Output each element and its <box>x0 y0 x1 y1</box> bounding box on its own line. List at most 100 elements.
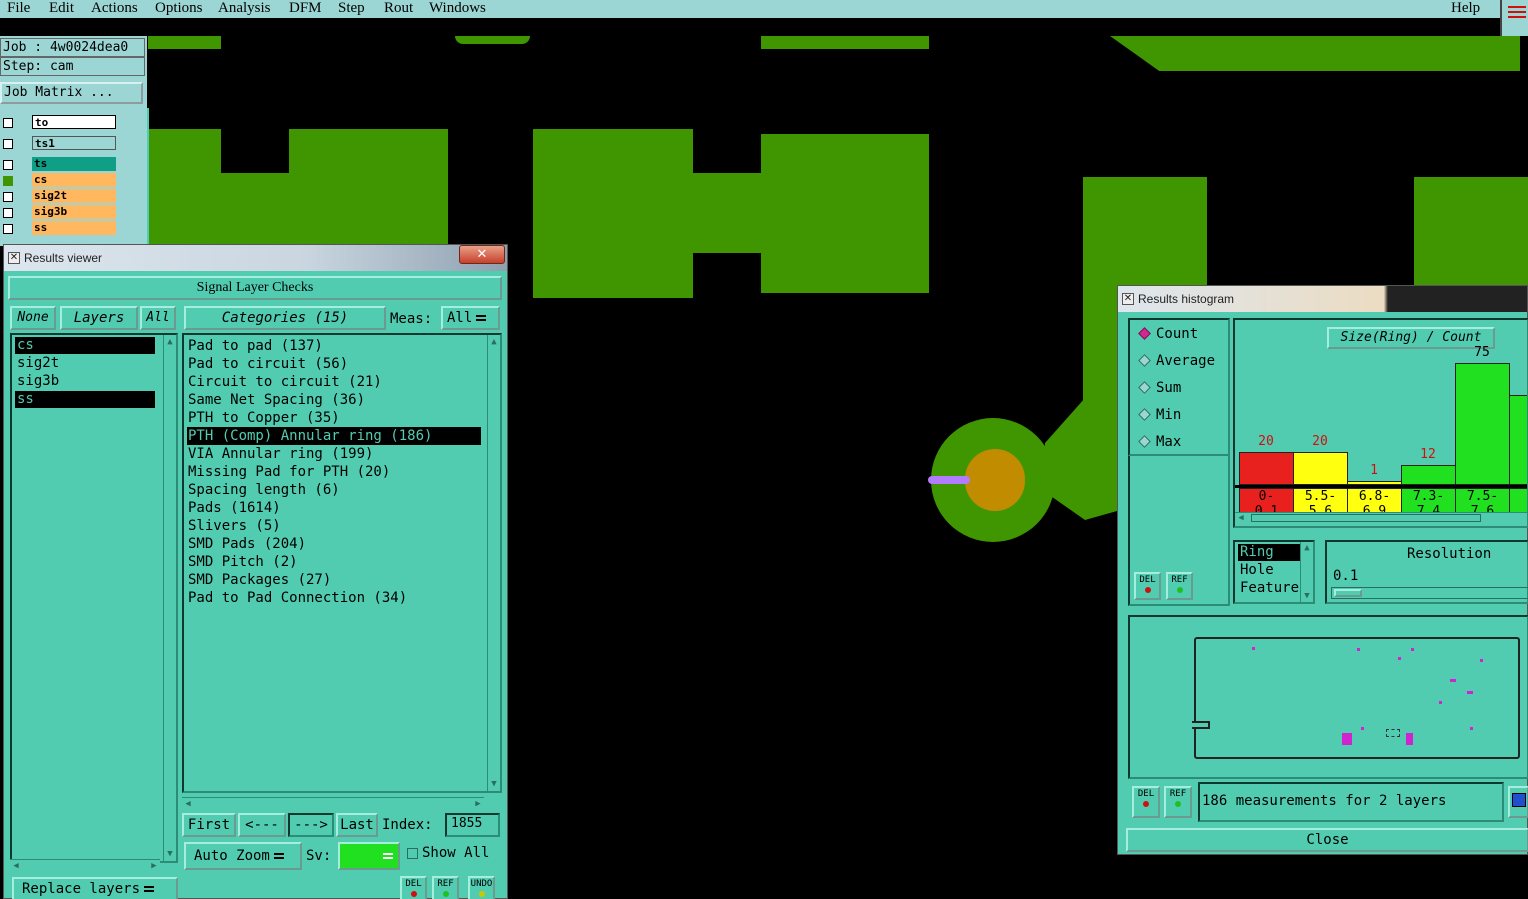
scroll-left-icon[interactable]: ◀ <box>10 861 22 871</box>
layer-row-ss[interactable]: ss <box>0 221 116 236</box>
category-list-item[interactable]: Pads (1614) <box>187 499 481 517</box>
mode-radio-average[interactable]: Average <box>1136 351 1215 371</box>
category-list-item[interactable]: Pad to circuit (56) <box>187 355 481 373</box>
category-list-item[interactable]: Circuit to circuit (21) <box>187 373 481 391</box>
category-list-item[interactable]: Missing Pad for PTH (20) <box>187 463 481 481</box>
slider-handle[interactable] <box>1334 589 1362 597</box>
first-button[interactable]: First <box>182 813 236 837</box>
all-button[interactable]: All <box>140 306 176 330</box>
mode-radio-max[interactable]: Max <box>1136 432 1181 452</box>
scroll-down-icon[interactable]: ▼ <box>164 849 176 859</box>
show-all-checkbox[interactable] <box>407 848 418 859</box>
categories-vscroll[interactable]: ▲ ▼ <box>487 335 500 791</box>
layer-checkbox[interactable] <box>3 224 13 234</box>
board-overview[interactable] <box>1128 615 1528 779</box>
scroll-up-icon[interactable]: ▲ <box>1301 543 1313 553</box>
category-list-item[interactable]: Spacing length (6) <box>187 481 481 499</box>
categories-list[interactable]: Pad to pad (137) Pad to circuit (56) Circu… <box>182 333 502 793</box>
histogram-bar[interactable] <box>1509 395 1527 485</box>
layer-checkbox[interactable] <box>3 192 13 202</box>
categories-hscroll[interactable]: ◀ ▶ <box>182 797 484 810</box>
layers-list[interactable]: cs sig2t sig3b ss ▲ ▼ <box>10 333 178 863</box>
del-button[interactable]: DEL <box>400 876 427 899</box>
previous-button[interactable]: <--- <box>238 813 286 837</box>
layer-list-item[interactable]: sig3b <box>15 373 155 390</box>
auto-zoom-dropdown[interactable]: Auto Zoom <box>184 842 302 870</box>
layer-checkbox[interactable] <box>3 139 13 149</box>
size-type-item[interactable]: Feature <box>1238 580 1300 597</box>
layer-checkbox[interactable] <box>3 208 13 218</box>
job-matrix-button[interactable]: Job Matrix ... <box>0 82 143 104</box>
layer-row-ts[interactable]: ts <box>0 157 116 172</box>
ref-button[interactable]: REF <box>432 876 459 899</box>
scroll-right-icon[interactable]: ▶ <box>472 799 484 809</box>
mode-radio-min[interactable]: Min <box>1136 405 1181 425</box>
index-input[interactable]: 1855 <box>445 813 500 837</box>
category-list-item[interactable]: VIA Annular ring (199) <box>187 445 481 463</box>
menu-actions[interactable]: Actions <box>91 0 138 18</box>
replace-layers-dropdown[interactable]: Replace layers <box>12 877 178 899</box>
last-button[interactable]: Last <box>336 813 378 837</box>
menu-options[interactable]: Options <box>155 0 203 18</box>
menu-file[interactable]: File <box>7 0 30 18</box>
histogram-ref-button[interactable]: REF <box>1166 572 1193 600</box>
layers-vscroll[interactable]: ▲ ▼ <box>163 335 176 861</box>
layer-list-item[interactable]: ss <box>15 391 155 408</box>
scroll-left-icon[interactable]: ◀ <box>182 799 194 809</box>
histogram-bar[interactable] <box>1293 452 1348 485</box>
resolution-slider[interactable] <box>1331 587 1528 599</box>
results-viewer-titlebar[interactable]: ✕ Results viewer <box>4 245 507 271</box>
menu-rout[interactable]: Rout <box>384 0 413 18</box>
category-list-item[interactable]: Slivers (5) <box>187 517 481 535</box>
size-type-item[interactable]: Ring <box>1238 544 1300 561</box>
layer-list-item[interactable]: sig2t <box>15 355 155 372</box>
layer-checkbox[interactable] <box>3 176 13 186</box>
size-type-list[interactable]: Ring Hole Feature ▲ ▼ <box>1233 540 1315 604</box>
histogram-del-button[interactable]: DEL <box>1134 572 1161 600</box>
menu-help[interactable]: Help <box>1451 0 1480 18</box>
category-list-item[interactable]: PTH to Copper (35) <box>187 409 481 427</box>
category-list-item[interactable]: Same Net Spacing (36) <box>187 391 481 409</box>
histogram-close-button[interactable]: Close <box>1126 828 1528 852</box>
layers-hscroll[interactable]: ◀ ▶ <box>10 859 160 872</box>
close-icon[interactable]: ✕ <box>459 245 505 264</box>
meas-dropdown[interactable]: All <box>441 306 500 330</box>
size-type-vscroll[interactable]: ▲ ▼ <box>1300 542 1313 602</box>
layer-row-sig2t[interactable]: sig2t <box>0 189 116 204</box>
scroll-down-icon[interactable]: ▼ <box>1301 591 1313 601</box>
scroll-up-icon[interactable]: ▲ <box>488 337 500 347</box>
layers-button[interactable]: Layers <box>60 306 138 330</box>
histogram-bar[interactable] <box>1239 452 1294 485</box>
histogram-bar[interactable] <box>1455 363 1510 485</box>
menu-edit[interactable]: Edit <box>49 0 74 18</box>
overview-del-button[interactable]: DEL <box>1132 786 1160 818</box>
mode-radio-count[interactable]: Count <box>1136 324 1198 344</box>
category-list-item[interactable]: PTH (Comp) Annular ring (186) <box>187 427 481 445</box>
export-icon[interactable] <box>1508 786 1528 818</box>
menu-dfm[interactable]: DFM <box>289 0 322 18</box>
overview-ref-button[interactable]: REF <box>1164 786 1192 818</box>
scroll-left-icon[interactable]: ◀ <box>1235 513 1247 523</box>
category-list-item[interactable]: SMD Pitch (2) <box>187 553 481 571</box>
next-button[interactable]: ---> <box>288 813 334 837</box>
menu-step[interactable]: Step <box>338 0 365 18</box>
undo-button[interactable]: UNDO <box>468 876 495 899</box>
menu-windows[interactable]: Windows <box>429 0 486 18</box>
layer-checkbox[interactable] <box>3 160 13 170</box>
sv-color-dropdown[interactable] <box>338 842 400 870</box>
layer-list-item[interactable]: cs <box>15 337 155 354</box>
category-list-item[interactable]: SMD Packages (27) <box>187 571 481 589</box>
layer-row-ts1[interactable]: ts1 <box>0 136 116 151</box>
category-list-item[interactable]: SMD Pads (204) <box>187 535 481 553</box>
size-type-item[interactable]: Hole <box>1238 562 1300 579</box>
scroll-right-icon[interactable]: ▶ <box>148 861 160 871</box>
histogram-titlebar[interactable]: ✕ Results histogram <box>1118 286 1527 312</box>
scroll-down-icon[interactable]: ▼ <box>488 779 500 789</box>
layer-row-sig3b[interactable]: sig3b <box>0 205 116 220</box>
none-button[interactable]: None <box>10 306 56 330</box>
layer-row-cs[interactable]: cs <box>0 173 116 188</box>
menu-analysis[interactable]: Analysis <box>218 0 271 18</box>
category-list-item[interactable]: Pad to Pad Connection (34) <box>187 589 481 607</box>
histogram-hscroll[interactable]: ◀ <box>1235 512 1527 524</box>
mode-radio-sum[interactable]: Sum <box>1136 378 1181 398</box>
